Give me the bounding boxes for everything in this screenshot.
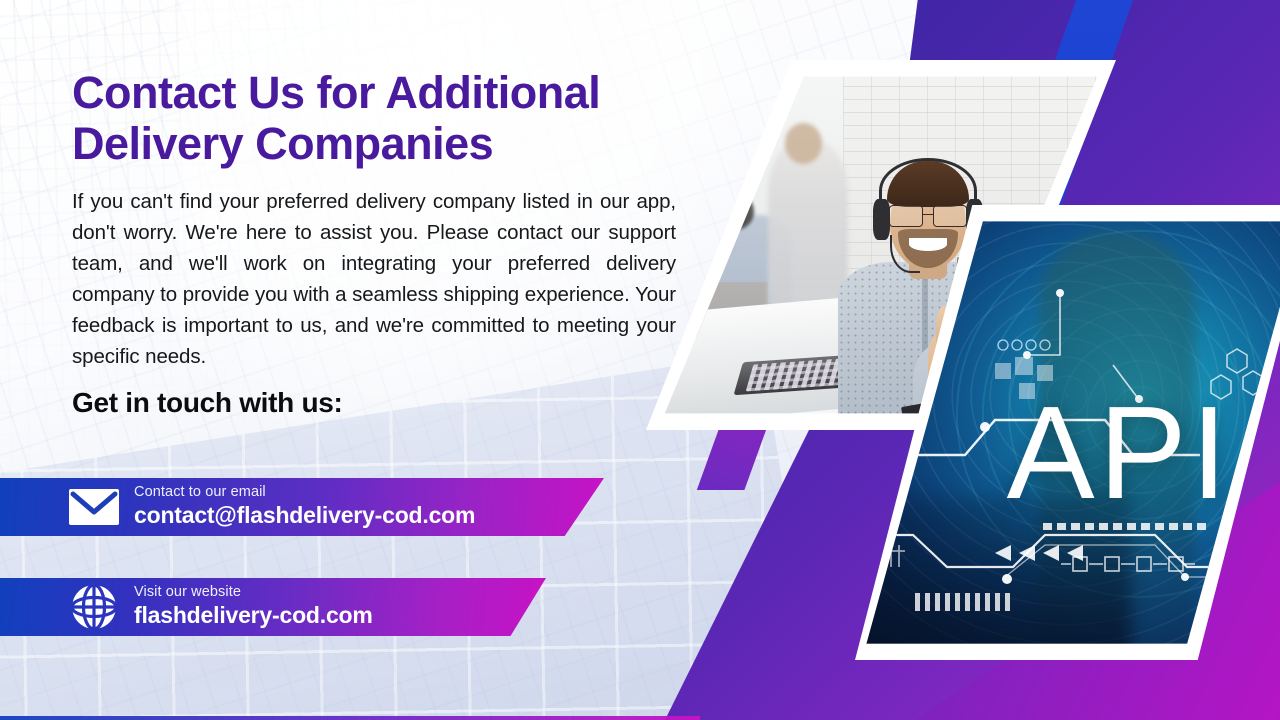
api-label: API <box>1006 379 1232 526</box>
email-label: Contact to our email <box>134 484 266 501</box>
globe-icon <box>66 584 122 630</box>
get-in-touch-heading: Get in touch with us: <box>72 386 343 418</box>
content-block: Contact Us for Additional Delivery Compa… <box>72 67 676 419</box>
poster-canvas: API Contact Us for Additional Delivery C… <box>0 0 1280 720</box>
bottom-accent-bar <box>0 716 700 720</box>
email-value[interactable]: contact@flashdelivery-cod.com <box>134 502 475 530</box>
contact-banner-website[interactable]: Visit our website flashdelivery-cod.com <box>0 578 546 636</box>
page-title: Contact Us for Additional Delivery Compa… <box>72 67 601 169</box>
website-value[interactable]: flashdelivery-cod.com <box>134 602 373 630</box>
website-label: Visit our website <box>134 584 242 601</box>
body-paragraph: If you can't find your preferred deliver… <box>72 189 676 369</box>
envelope-icon <box>66 488 122 526</box>
contact-banner-email[interactable]: Contact to our email contact@flashdelive… <box>0 478 604 536</box>
